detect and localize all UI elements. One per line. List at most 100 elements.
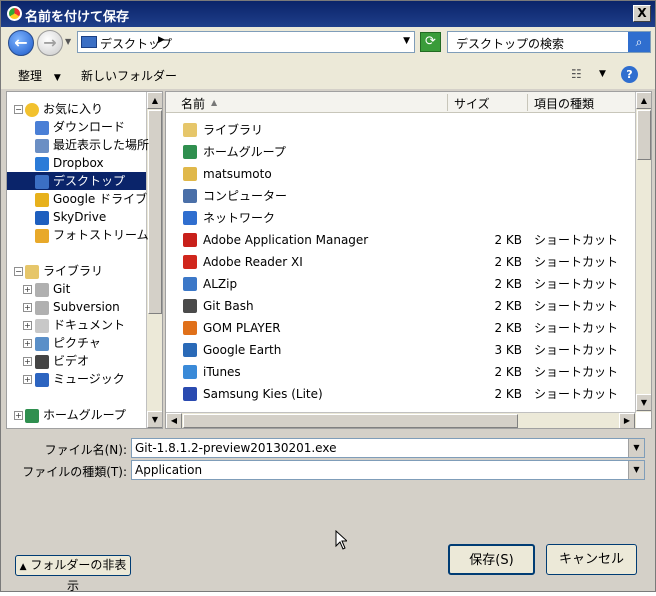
close-button[interactable]: X: [633, 5, 651, 22]
filetype-value[interactable]: Application: [135, 463, 202, 477]
list-item[interactable]: ライブラリ: [166, 119, 636, 141]
list-item[interactable]: Git Bash 2 KB ショートカット: [166, 295, 636, 317]
filetype-select[interactable]: Application ▼: [131, 460, 645, 480]
list-item[interactable]: matsumoto: [166, 163, 636, 185]
scroll-right-icon[interactable]: ▶: [619, 413, 635, 428]
list-item[interactable]: Google Earth 3 KB ショートカット: [166, 339, 636, 361]
tree-item[interactable]: Google ドライブ: [35, 190, 147, 208]
search-icon[interactable]: ⌕: [628, 32, 650, 52]
organize-menu[interactable]: 整理 ▼: [18, 67, 61, 84]
documents-icon: [35, 318, 49, 333]
breadcrumb-chevron-icon[interactable]: ▶: [158, 35, 165, 45]
scroll-down-icon[interactable]: ▼: [147, 411, 162, 428]
list-scroll-thumb[interactable]: [637, 110, 651, 160]
scroll-down-icon[interactable]: ▼: [636, 394, 651, 411]
item-name: matsumoto: [203, 167, 272, 181]
desktop-icon: [81, 36, 97, 48]
list-item[interactable]: ホームグループ: [166, 141, 636, 163]
navigation-bar: ← → ▼ デスクトップ ▶ ▼ ⟳ デスクトップの検索 ⌕: [1, 27, 655, 59]
cancel-button[interactable]: キャンセル: [546, 544, 637, 575]
tree-item[interactable]: Dropbox: [35, 154, 104, 172]
command-bar: 整理 ▼ 新しいフォルダー ☷ ▼ ?: [1, 59, 655, 89]
scroll-left-icon[interactable]: ◀: [166, 413, 182, 428]
expand-icon[interactable]: +: [23, 303, 32, 312]
pictures-icon: [35, 336, 49, 351]
address-dropdown-icon[interactable]: ▼: [403, 36, 410, 46]
item-size: 2 KB: [494, 299, 522, 313]
list-item[interactable]: Adobe Application Manager 2 KB ショートカット: [166, 229, 636, 251]
hide-folders-button[interactable]: ▲ フォルダーの非表示: [15, 555, 131, 593]
view-dropdown-icon[interactable]: ▼: [599, 69, 606, 79]
tree-item[interactable]: ホームグループ: [25, 406, 126, 424]
back-button[interactable]: ←: [8, 30, 34, 56]
tree-item[interactable]: ビデオ: [35, 352, 89, 370]
download-folder-icon: [35, 120, 49, 135]
item-size: 2 KB: [494, 365, 522, 379]
column-type[interactable]: 項目の種類: [534, 95, 594, 112]
git-folder-icon: [35, 282, 49, 297]
tree-item-label: フォトストリーム: [53, 228, 149, 242]
network-icon: [183, 211, 197, 225]
list-item[interactable]: ネットワーク: [166, 207, 636, 229]
list-item[interactable]: ALZip 2 KB ショートカット: [166, 273, 636, 295]
navigation-pane[interactable]: ▲ ▼ − お気に入り ダウンロード 最近表示した場所 Dropbox デスクトップ Goo…: [6, 91, 163, 429]
tree-item[interactable]: 最近表示した場所: [35, 136, 149, 154]
new-folder-button[interactable]: 新しいフォルダー: [81, 67, 177, 84]
forward-button[interactable]: →: [37, 30, 63, 56]
help-icon[interactable]: ?: [621, 66, 638, 83]
item-size: 2 KB: [494, 255, 522, 269]
collapse-icon[interactable]: −: [14, 105, 23, 114]
tree-item[interactable]: Subversion: [35, 298, 120, 316]
expand-icon[interactable]: +: [23, 321, 32, 330]
tree-item[interactable]: フォトストリーム: [35, 226, 149, 244]
filename-input[interactable]: Git-1.8.1.2-preview20130201.exe ▼: [131, 438, 645, 458]
list-scrollbar[interactable]: ▲ ▼: [635, 92, 651, 412]
expand-icon[interactable]: +: [23, 285, 32, 294]
chevron-down-icon[interactable]: ▼: [628, 461, 644, 479]
expand-icon[interactable]: +: [14, 411, 23, 420]
search-box[interactable]: デスクトップの検索 ⌕: [447, 31, 651, 53]
tree-item[interactable]: SkyDrive: [35, 208, 106, 226]
tree-item-label: Dropbox: [53, 156, 104, 170]
tree-item[interactable]: ライブラリ: [25, 262, 103, 280]
refresh-button[interactable]: ⟳: [420, 32, 441, 52]
item-size: 3 KB: [494, 343, 522, 357]
column-name[interactable]: 名前: [181, 95, 205, 112]
chevron-down-icon[interactable]: ▼: [628, 439, 644, 457]
file-list[interactable]: 名前 ▲ サイズ 項目の種類 ライブラリ ホームグループ matsumoto コンピュ…: [165, 91, 652, 429]
scroll-up-icon[interactable]: ▲: [147, 92, 162, 109]
tree-item[interactable]: ドキュメント: [35, 316, 125, 334]
search-input[interactable]: デスクトップの検索: [456, 35, 564, 52]
list-item[interactable]: Samsung Kies (Lite) 2 KB ショートカット: [166, 383, 636, 405]
list-item[interactable]: コンピューター: [166, 185, 636, 207]
computer-icon: [183, 189, 197, 203]
list-item[interactable]: Adobe Reader XI 2 KB ショートカット: [166, 251, 636, 273]
history-dropdown-icon[interactable]: ▼: [65, 37, 71, 46]
tree-item[interactable]: Git: [35, 280, 70, 298]
list-item[interactable]: GOM PLAYER 2 KB ショートカット: [166, 317, 636, 339]
tree-item[interactable]: ダウンロード: [35, 118, 125, 136]
item-type: ショートカット: [534, 255, 619, 269]
filename-value[interactable]: Git-1.8.1.2-preview20130201.exe: [135, 441, 336, 455]
expand-icon[interactable]: +: [23, 357, 32, 366]
scroll-up-icon[interactable]: ▲: [636, 92, 651, 109]
list-item[interactable]: iTunes 2 KB ショートカット: [166, 361, 636, 383]
item-size: 2 KB: [494, 387, 522, 401]
view-options-icon[interactable]: ☷: [571, 67, 582, 81]
tree-item[interactable]: ミュージック: [35, 370, 125, 388]
collapse-icon[interactable]: −: [14, 267, 23, 276]
expand-icon[interactable]: +: [23, 339, 32, 348]
item-type: ショートカット: [534, 387, 619, 401]
tree-item[interactable]: お気に入り: [25, 100, 103, 118]
tree-item[interactable]: ピクチャ: [35, 334, 101, 352]
horizontal-scrollbar[interactable]: ◀ ▶: [166, 412, 636, 428]
tree-item[interactable]: デスクトップ: [7, 172, 146, 190]
column-size[interactable]: サイズ: [454, 95, 490, 112]
tree-scroll-thumb[interactable]: [148, 110, 162, 314]
item-name: ALZip: [203, 277, 238, 291]
expand-icon[interactable]: +: [23, 375, 32, 384]
horizontal-scroll-thumb[interactable]: [183, 414, 518, 428]
save-button[interactable]: 保存(S): [448, 544, 535, 575]
address-bar[interactable]: デスクトップ ▶ ▼: [77, 31, 415, 53]
tree-item-label: SkyDrive: [53, 210, 107, 224]
